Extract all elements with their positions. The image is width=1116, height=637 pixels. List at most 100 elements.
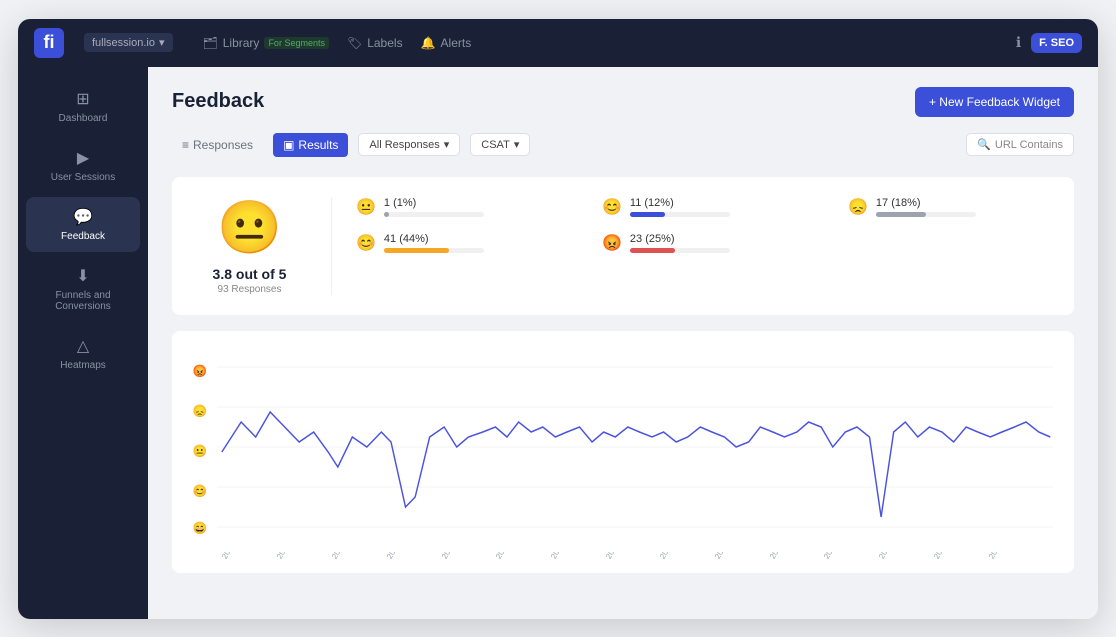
date-label: 2022-04-14 [440,552,468,561]
date-label: 2022-06-29 [549,552,577,561]
responses-count: 93 Responses [218,284,282,295]
sidebar-label-dashboard: Dashboard [59,113,108,124]
rating-info-3: 17 (18%) [876,197,1054,217]
rating-label-1: 1 (1%) [384,197,562,209]
line-chart: 😡 😞 😐 😊 😄 [188,347,1058,547]
ratings-grid: 😐 1 (1%) 😊 11 (12%) [356,197,1054,253]
rating-bar-fill-4 [384,248,449,253]
rating-emoji-5: 😡 [602,233,622,253]
x-axis-labels: 2021-12-05 2022-01-10 2022-02-08 2022-03… [188,552,1058,565]
stats-panel: 😐 3.8 out of 5 93 Responses 😐 1 (1%) [172,177,1074,315]
score-emoji: 😐 [217,197,282,258]
url-search-box[interactable]: 🔍 URL Contains [966,133,1074,156]
date-label: 2022-10-11 [658,552,686,561]
labels-icon: 🏷 [347,36,362,50]
new-feedback-widget-button[interactable]: + New Feedback Widget [915,87,1074,117]
nav-labels[interactable]: 🏷 Labels [347,36,403,50]
date-label: 2022-12-02 [713,552,741,561]
logo-icon: fi [34,28,64,58]
svg-text:😡: 😡 [193,363,207,377]
rating-row-5: 😡 23 (25%) [602,233,808,253]
user-avatar[interactable]: F. SEO [1031,33,1082,53]
main-layout: ⊞ Dashboard ▶ User Sessions 💬 Feedback ⬇… [18,67,1098,619]
sidebar-label-funnels: Funnels and Conversions [34,290,132,312]
library-icon: 🗂 [203,36,218,50]
date-label: 2022-08-11 [604,552,632,561]
search-icon: 🔍 [977,138,991,151]
date-label: 2023-03-01 [822,552,850,561]
feedback-icon: 💬 [73,207,93,227]
rating-emoji-2: 😊 [602,197,622,217]
sidebar-item-feedback[interactable]: 💬 Feedback [26,197,140,252]
nav-library[interactable]: 🗂 Library For Segments [203,36,329,50]
svg-text:😊: 😊 [193,483,207,497]
sidebar-item-user-sessions[interactable]: ▶ User Sessions [26,138,140,193]
nav-alerts[interactable]: 🔔 Alerts [421,36,472,50]
heatmaps-icon: △ [77,336,89,356]
for-segments-badge: For Segments [264,37,329,49]
page-header: Feedback + New Feedback Widget [172,87,1074,117]
date-label: 2023-09-27 [987,552,1015,561]
sidebar-item-heatmaps[interactable]: △ Heatmaps [26,326,140,381]
results-icon: ▣ [283,138,294,152]
rating-bar-bg-3 [876,212,976,217]
rating-label-2: 11 (12%) [630,197,808,209]
workspace-selector[interactable]: fullsession.io ▾ [84,33,173,52]
rating-info-1: 1 (1%) [384,197,562,217]
content-area: Feedback + New Feedback Widget ≡ Respons… [148,67,1098,619]
responses-icon: ≡ [182,138,189,152]
sidebar: ⊞ Dashboard ▶ User Sessions 💬 Feedback ⬇… [18,67,148,619]
nav-links: 🗂 Library For Segments 🏷 Labels 🔔 Alerts [203,36,472,50]
top-nav: fi fullsession.io ▾ 🗂 Library For Segmen… [18,19,1098,67]
rating-bar-fill-5 [630,248,675,253]
date-label: 2021-12-05 [220,552,248,561]
filter-csat[interactable]: CSAT ▾ [470,133,530,156]
alerts-icon: 🔔 [421,36,436,50]
rating-info-5: 23 (25%) [630,233,808,253]
sidebar-label-user-sessions: User Sessions [51,172,115,183]
rating-bar-bg-4 [384,248,484,253]
rating-emoji-1: 😐 [356,197,376,217]
overall-score: 😐 3.8 out of 5 93 Responses [192,197,332,295]
rating-row-1: 😐 1 (1%) [356,197,562,217]
rating-row-3: 😞 17 (18%) [848,197,1054,217]
svg-text:😞: 😞 [193,403,207,417]
tabs-row: ≡ Responses ▣ Results All Responses ▾ CS… [172,133,1074,157]
sidebar-label-feedback: Feedback [61,231,105,242]
date-label: 2023-01-09 [768,552,796,561]
filter-all-responses[interactable]: All Responses ▾ [358,133,460,156]
rating-bar-bg-1 [384,212,484,217]
date-label: 2022-01-10 [275,552,303,561]
rating-bar-bg-2 [630,212,730,217]
chevron-down-icon: ▾ [444,138,450,151]
sidebar-item-dashboard[interactable]: ⊞ Dashboard [26,79,140,134]
sidebar-item-funnels[interactable]: ⬇ Funnels and Conversions [26,256,140,322]
workspace-label: fullsession.io [92,37,155,49]
rating-bar-fill-1 [384,212,389,217]
rating-emoji-4: 😊 [356,233,376,253]
rating-bar-fill-3 [876,212,926,217]
svg-text:😐: 😐 [193,443,207,457]
rating-label-4: 41 (44%) [384,233,562,245]
date-label: 2022-02-08 [330,552,358,561]
chevron-down-icon: ▾ [159,36,165,49]
rating-bar-bg-5 [630,248,730,253]
rating-info-4: 41 (44%) [384,233,562,253]
chart-area: 😡 😞 😐 😊 😄 2021-12-05 [172,331,1074,573]
chevron-down-icon: ▾ [514,138,520,151]
date-label: 2022-05-13 [494,552,522,561]
rating-emoji-3: 😞 [848,197,868,217]
nav-right: ℹ F. SEO [1016,33,1082,53]
info-icon[interactable]: ℹ [1016,34,1021,51]
page-title: Feedback [172,90,264,113]
date-label: 2023-06-08 [932,552,960,561]
rating-row-4: 😊 41 (44%) [356,233,562,253]
date-label: 2023-04-20 [877,552,905,561]
tab-results[interactable]: ▣ Results [273,133,348,157]
rating-label-3: 17 (18%) [876,197,1054,209]
svg-text:😄: 😄 [193,520,207,534]
tab-responses[interactable]: ≡ Responses [172,133,263,157]
rating-bar-fill-2 [630,212,665,217]
sidebar-label-heatmaps: Heatmaps [60,360,106,371]
funnels-icon: ⬇ [76,266,89,286]
